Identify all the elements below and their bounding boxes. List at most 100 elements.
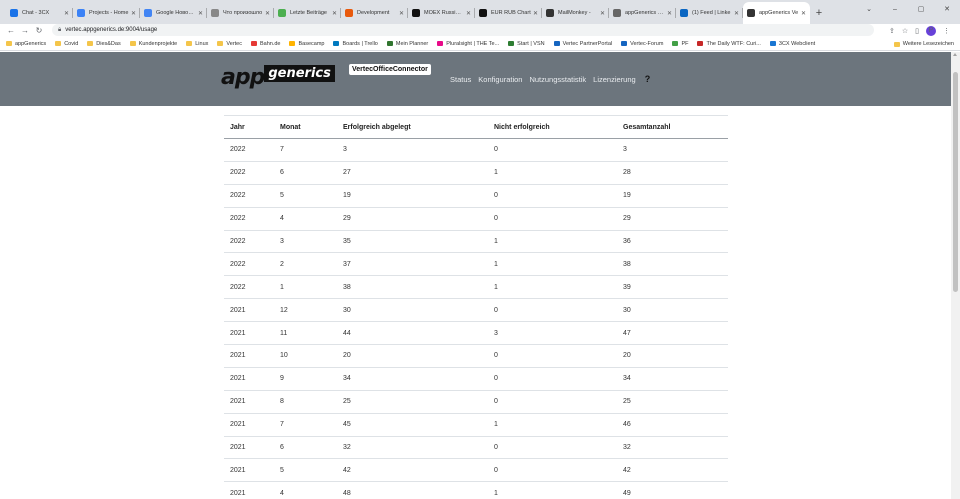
bookmark-item[interactable]: Kundenprojekte [129, 41, 177, 47]
cell-nicht-erfolgreich: 0 [488, 390, 617, 414]
side-panel-icon[interactable]: ▯ [915, 27, 919, 35]
browser-tab[interactable]: EUR RUB Chart ✕ [475, 2, 542, 24]
nav-konfiguration[interactable]: Konfiguration [478, 75, 522, 84]
tab-close-icon[interactable]: ✕ [466, 10, 471, 17]
tab-favicon-icon [680, 9, 688, 17]
tab-close-icon[interactable]: ✕ [801, 10, 806, 17]
browser-tab[interactable]: MOEX Russia In ✕ [408, 2, 475, 24]
nav-lizenzierung[interactable]: Lizenzierung [593, 75, 636, 84]
bookmark-item[interactable]: 3CX Webclient [769, 41, 815, 47]
cell-monat: 9 [274, 367, 337, 391]
tab-strip: Chat - 3CX ✕ Projects - Home ✕ Google Новост… [0, 0, 960, 24]
menu-icon[interactable]: ⋮ [943, 27, 950, 35]
bookmark-item[interactable]: Linux [186, 41, 208, 47]
bookmark-item[interactable]: Vertec [217, 41, 242, 47]
minimize-icon[interactable]: – [882, 2, 908, 16]
help-button[interactable]: ? [645, 74, 651, 84]
nav-nutzungsstatistik[interactable]: Nutzungsstatistik [529, 75, 586, 84]
cell-jahr: 2022 [224, 230, 274, 254]
cell-jahr: 2021 [224, 458, 274, 483]
bookmark-item[interactable]: Mein Planner [386, 41, 428, 47]
tab-close-icon[interactable]: ✕ [600, 10, 605, 17]
bookmark-item[interactable]: The Daily WTF: Curi... [697, 41, 761, 47]
cell-gesamtanzahl: 42 [617, 458, 728, 483]
bookmark-item[interactable]: Covid [55, 41, 78, 47]
tab-close-icon[interactable]: ✕ [265, 10, 270, 17]
tab-close-icon[interactable]: ✕ [332, 10, 337, 17]
avatar[interactable]: P [926, 25, 936, 36]
cell-gesamtanzahl: 39 [617, 275, 728, 300]
bookmark-item[interactable]: Pluralsight | THE Te... [437, 41, 499, 47]
browser-tab[interactable]: (1) Feed | Linke ✕ [676, 2, 743, 24]
close-icon[interactable]: ✕ [934, 2, 960, 16]
tab-close-icon[interactable]: ✕ [64, 10, 69, 17]
bookmark-label: Covid [64, 40, 79, 47]
cell-gesamtanzahl: 32 [617, 436, 728, 460]
logo[interactable]: app generics [221, 64, 335, 89]
bookmark-icon [87, 41, 94, 46]
back-arrow-icon[interactable]: ← [4, 26, 18, 35]
logo-generics-text: generics [264, 65, 335, 82]
browser-tab[interactable]: appGenerics Ma ✕ [609, 2, 676, 24]
browser-tab[interactable]: Chat - 3CX ✕ [6, 2, 73, 24]
bookmark-item[interactable]: Bahn.de [250, 41, 280, 47]
bookmark-item[interactable]: Dies&Das [87, 41, 121, 47]
browser-tab[interactable]: MailMonkey - ✕ [542, 2, 609, 24]
bookmark-icon [250, 41, 257, 46]
browser-tab[interactable]: appGenerics Ve ✕ [743, 2, 810, 24]
browser-tab[interactable]: Google Новости ✕ [140, 2, 207, 24]
browser-tab[interactable]: Development ✕ [341, 2, 408, 24]
other-bookmarks[interactable]: Weitere Lesezeichen [893, 37, 954, 51]
nav-status[interactable]: Status [450, 75, 471, 84]
table-row: 2021 10 20 0 20 [224, 344, 728, 368]
url-text: vertec.appgenerics.de:9004/usage [65, 27, 158, 33]
bookmark-item[interactable]: appGenerics [6, 41, 46, 47]
bookmark-icon [129, 41, 136, 46]
tab-close-icon[interactable]: ✕ [533, 10, 538, 17]
tab-close-icon[interactable]: ✕ [198, 10, 203, 17]
browser-tab[interactable]: Letzte Beiträge ✕ [274, 2, 341, 24]
tab-favicon-icon [211, 9, 219, 17]
reload-icon[interactable]: ↻ [32, 26, 46, 35]
scrollbar-thumb[interactable] [953, 72, 958, 292]
tab-close-icon[interactable]: ✕ [131, 10, 136, 17]
star-icon[interactable]: ☆ [902, 27, 908, 35]
tab-label: MOEX Russia In [424, 10, 464, 16]
cell-nicht-erfolgreich: 0 [488, 298, 617, 323]
tab-close-icon[interactable]: ✕ [399, 10, 404, 17]
cell-erfolgreich: 44 [337, 321, 488, 346]
tab-close-icon[interactable]: ✕ [734, 10, 739, 17]
share-icon[interactable]: ⇪ [889, 27, 895, 35]
bookmark-item[interactable]: Basecamp [289, 41, 324, 47]
new-tab-button[interactable]: + [810, 2, 828, 24]
table-body: 2022 7 3 0 3 2022 6 27 1 28 2022 5 19 0 19 2022 4 29 0 29 20… [224, 138, 728, 499]
chevron-down-icon[interactable]: ⌄ [856, 2, 882, 16]
bookmark-item[interactable]: Start | VSN [508, 41, 545, 47]
maximize-icon[interactable]: ▢ [908, 2, 934, 16]
cell-nicht-erfolgreich: 1 [488, 413, 617, 437]
cell-erfolgreich: 27 [337, 161, 488, 185]
bookmark-item[interactable]: PF [672, 41, 688, 47]
page-scrollbar[interactable] [951, 52, 960, 499]
bookmark-icon [386, 41, 393, 46]
cell-jahr: 2022 [224, 275, 274, 300]
bookmark-icon [186, 41, 193, 46]
bookmark-item[interactable]: Vertec-Forum [621, 41, 663, 47]
lock-icon[interactable]: 🔒︎ [58, 27, 61, 34]
table-row: 2022 3 35 1 36 [224, 230, 728, 254]
tab-label: Google Новости [156, 10, 196, 16]
bookmark-item[interactable]: Vertec PartnerPortal [553, 41, 612, 47]
tab-favicon-icon [345, 9, 353, 17]
browser-tab[interactable]: Что произошло ✕ [207, 2, 274, 24]
cell-jahr: 2021 [224, 344, 274, 368]
tab-close-icon[interactable]: ✕ [667, 10, 672, 17]
bookmark-item[interactable]: Boards | Trello [333, 41, 378, 47]
scroll-up-icon[interactable] [953, 53, 957, 56]
bookmark-icon [333, 41, 340, 46]
browser-tab[interactable]: Projects - Home ✕ [73, 2, 140, 24]
cell-gesamtanzahl: 38 [617, 252, 728, 277]
bookmark-icon [437, 41, 444, 46]
address-bar[interactable]: 🔒︎ vertec.appgenerics.de:9004/usage [52, 24, 874, 36]
forward-arrow-icon[interactable]: → [18, 26, 32, 35]
usage-table: Jahr Monat Erfolgreich abgelegt Nicht er… [224, 115, 728, 499]
